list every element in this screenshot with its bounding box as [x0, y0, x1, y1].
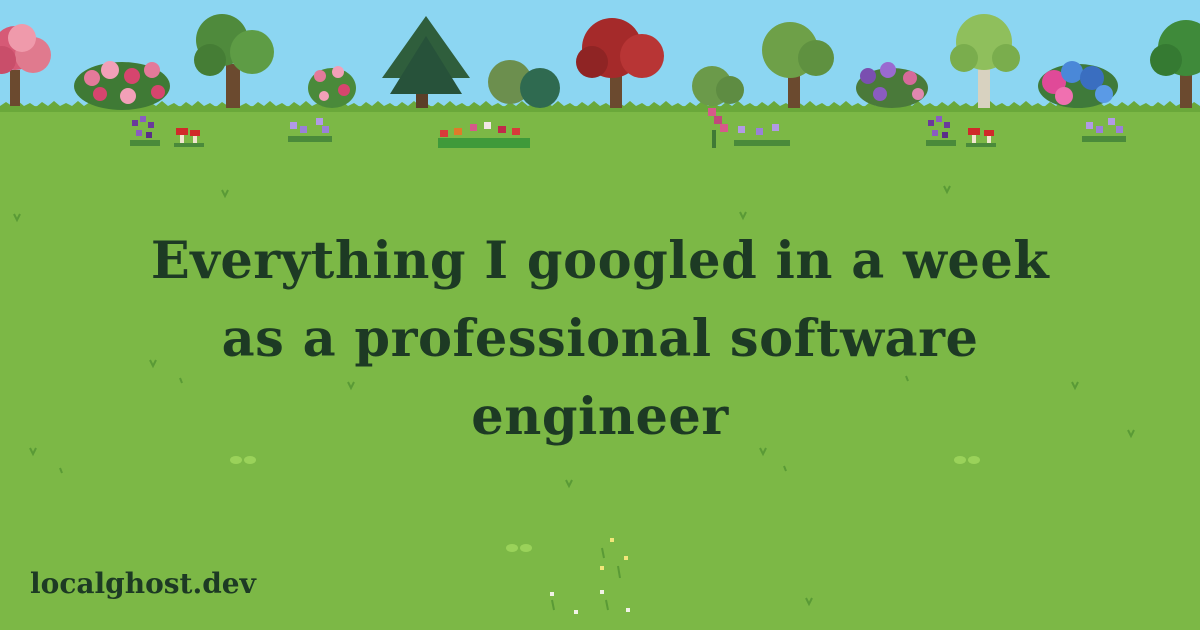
red-mushrooms-icon — [174, 128, 204, 147]
pink-foxglove-icon — [708, 108, 790, 148]
purple-flower-bush-icon — [856, 62, 928, 108]
pink-rose-bush-icon — [74, 61, 170, 110]
tiny-white-flowers — [550, 538, 630, 614]
green-tree-icon — [194, 14, 274, 108]
green-tree-icon — [1150, 20, 1200, 108]
dark-pine-tree-icon — [382, 16, 470, 108]
social-card: Everything I googled in a week as a prof… — [0, 0, 1200, 630]
red-mushrooms-icon — [966, 128, 996, 147]
pink-blossom-tree-icon — [0, 24, 51, 106]
page-title: Everything I googled in a week as a prof… — [150, 231, 1050, 447]
site-domain: localghost.dev — [30, 567, 256, 600]
purple-flowers-icon — [130, 116, 160, 146]
green-tree-icon — [762, 22, 834, 108]
purple-flowers-icon — [926, 116, 956, 146]
round-bush-icon — [488, 60, 560, 108]
pink-blue-hydrangea-bush-icon — [1038, 61, 1118, 108]
lavender-flowers-icon — [1082, 118, 1126, 142]
birch-tree-icon — [950, 14, 1020, 108]
lavender-flowers-icon — [288, 118, 332, 142]
tulip-patch-icon — [438, 122, 530, 148]
leaf-sprouts — [230, 456, 980, 552]
small-green-bush-icon — [692, 66, 744, 106]
pink-flower-bush-icon — [308, 66, 356, 108]
red-maple-tree-icon — [576, 18, 664, 108]
